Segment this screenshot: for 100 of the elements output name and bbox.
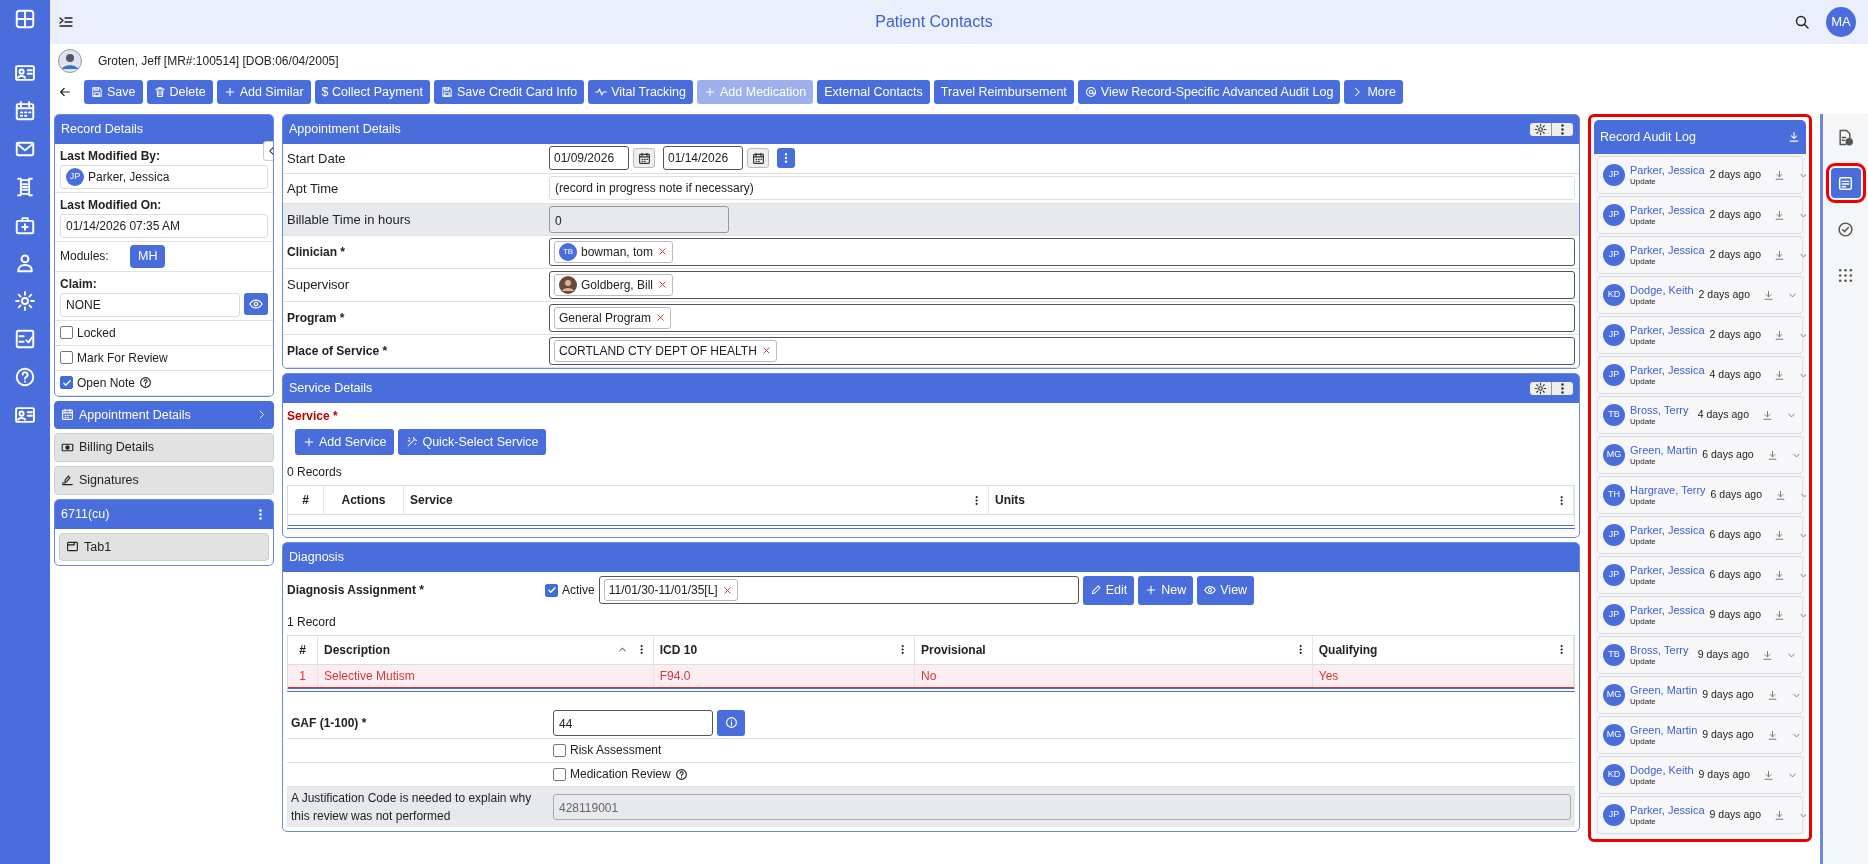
column-header[interactable]: Description — [324, 640, 390, 659]
checkbox[interactable] — [553, 767, 566, 781]
section-tab[interactable]: Appointment Details — [54, 400, 274, 430]
column-header[interactable]: # — [299, 640, 306, 659]
gaf-field[interactable]: 44 — [553, 709, 713, 736]
download-button[interactable] — [1773, 609, 1785, 621]
checkbox[interactable] — [60, 351, 73, 364]
user-name[interactable]: Hargrave, Terry — [1630, 483, 1706, 497]
action-button[interactable]: View — [1197, 576, 1255, 605]
toolbar-button[interactable]: Add Similar — [216, 79, 311, 105]
user-avatar[interactable]: MA — [1826, 7, 1856, 37]
tab-button[interactable]: Tab1 — [59, 532, 269, 562]
column-header[interactable]: ICD 10 — [659, 640, 698, 659]
user-name[interactable]: Parker, Jessica — [1630, 243, 1705, 257]
tag-field[interactable]: General Program — [549, 303, 1575, 332]
user-name[interactable]: Parker, Jessica — [1630, 363, 1705, 377]
back-icon[interactable] — [58, 85, 72, 99]
download-button[interactable] — [1762, 649, 1773, 661]
download-button[interactable] — [1773, 569, 1785, 581]
column-header[interactable]: Service — [410, 491, 453, 510]
column-header[interactable]: Provisional — [920, 640, 986, 659]
menu-icon[interactable] — [58, 14, 74, 30]
tag-field[interactable]: 11/01/30-11/01/35[L] — [598, 576, 1079, 605]
download-button[interactable] — [1775, 489, 1786, 501]
user-name[interactable]: Green, Martin — [1630, 723, 1698, 737]
toolbar-button[interactable]: $ Collect Payment — [314, 79, 430, 105]
checkbox[interactable] — [553, 743, 566, 757]
id-card-icon[interactable] — [14, 404, 36, 426]
toolbar-button[interactable]: Vital Tracking — [588, 79, 693, 105]
download-button[interactable] — [1766, 689, 1778, 701]
download-button[interactable] — [1773, 249, 1785, 261]
checkbox[interactable] — [545, 583, 558, 597]
user-name[interactable]: Green, Martin — [1630, 683, 1698, 697]
person-icon[interactable] — [14, 252, 36, 274]
apps-icon[interactable] — [14, 8, 36, 30]
user-name[interactable]: Parker, Jessica — [1630, 163, 1705, 177]
section-tab[interactable]: Billing Details — [54, 433, 274, 462]
date-field[interactable]: 01/09/2026 — [549, 146, 629, 171]
remove-button[interactable] — [760, 345, 772, 357]
download-button[interactable] — [1763, 289, 1774, 301]
download-button[interactable] — [1773, 369, 1785, 381]
user-name[interactable]: Bross, Terry — [1630, 403, 1689, 417]
toolbar-button[interactable]: Save — [84, 79, 143, 105]
section-tab[interactable]: Signatures — [54, 466, 274, 495]
remove-button[interactable] — [657, 279, 669, 291]
download-button[interactable] — [1773, 169, 1785, 181]
view-button[interactable] — [244, 292, 268, 315]
checklist-icon[interactable] — [14, 328, 36, 350]
download-button[interactable] — [1763, 769, 1774, 781]
download-button[interactable] — [1766, 729, 1778, 741]
help-icon[interactable] — [14, 366, 36, 388]
user-name[interactable]: Parker, Jessica — [1630, 203, 1705, 217]
toolbar-button[interactable]: Delete — [146, 79, 213, 105]
user-name[interactable]: Parker, Jessica — [1630, 523, 1705, 537]
user-name[interactable]: Parker, Jessica — [1630, 803, 1705, 817]
column-header[interactable]: Units — [995, 491, 1025, 510]
checkbox[interactable] — [60, 326, 73, 339]
remove-button[interactable] — [721, 584, 733, 596]
search-icon[interactable] — [1794, 14, 1810, 30]
user-name[interactable]: Green, Martin — [1630, 443, 1698, 457]
user-name[interactable]: Dodge, Keith — [1630, 283, 1694, 297]
column-header[interactable]: Actions — [341, 491, 386, 510]
checkbox[interactable] — [60, 376, 73, 389]
user-name[interactable]: Parker, Jessica — [1630, 563, 1705, 577]
download-button[interactable] — [1773, 529, 1785, 541]
action-button[interactable]: Add Service — [295, 428, 395, 456]
id-card-icon[interactable] — [14, 62, 36, 84]
user-name[interactable]: Parker, Jessica — [1630, 603, 1705, 617]
download-button[interactable] — [1773, 809, 1785, 821]
toolbar-button[interactable]: More — [1344, 79, 1403, 105]
column-header[interactable]: Qualifying — [1318, 640, 1378, 659]
medical-kit-icon[interactable] — [14, 214, 36, 236]
action-button[interactable]: Edit — [1082, 576, 1135, 605]
user-name[interactable]: Dodge, Keith — [1630, 763, 1694, 777]
calendar-button[interactable] — [633, 148, 655, 169]
user-name[interactable]: Bross, Terry — [1630, 643, 1689, 657]
action-button[interactable]: New — [1138, 576, 1194, 605]
info-button[interactable] — [717, 709, 745, 736]
date-field[interactable]: 01/14/2026 — [663, 146, 743, 171]
tag-field[interactable]: TB bowman, tom — [549, 237, 1575, 266]
text-field[interactable]: (record in progress note if necessary) — [549, 176, 1575, 201]
calendar-button[interactable] — [747, 148, 769, 169]
more-button[interactable] — [777, 148, 795, 169]
settings-icon[interactable] — [14, 290, 36, 312]
tag-field[interactable]: CORTLAND CTY DEPT OF HEALTH — [549, 336, 1575, 365]
remove-button[interactable] — [655, 312, 667, 324]
user-name[interactable]: Parker, Jessica — [1630, 323, 1705, 337]
column-header[interactable]: # — [302, 491, 309, 510]
toolbar-button[interactable]: Travel Reimbursement — [933, 79, 1074, 105]
toolbar-button[interactable]: View Record-Specific Advanced Audit Log — [1077, 79, 1341, 105]
download-button[interactable] — [1766, 449, 1778, 461]
download-button[interactable] — [1762, 409, 1773, 421]
remove-button[interactable] — [657, 246, 669, 258]
calendar-icon[interactable] — [14, 100, 36, 122]
action-button[interactable]: Quick-Select Service — [398, 428, 547, 456]
toolbar-button[interactable]: External Contacts — [817, 79, 930, 105]
download-button[interactable] — [1773, 209, 1785, 221]
download-button[interactable] — [1773, 329, 1785, 341]
document-icon[interactable] — [14, 176, 36, 198]
toolbar-button[interactable]: Save Credit Card Info — [434, 79, 585, 105]
